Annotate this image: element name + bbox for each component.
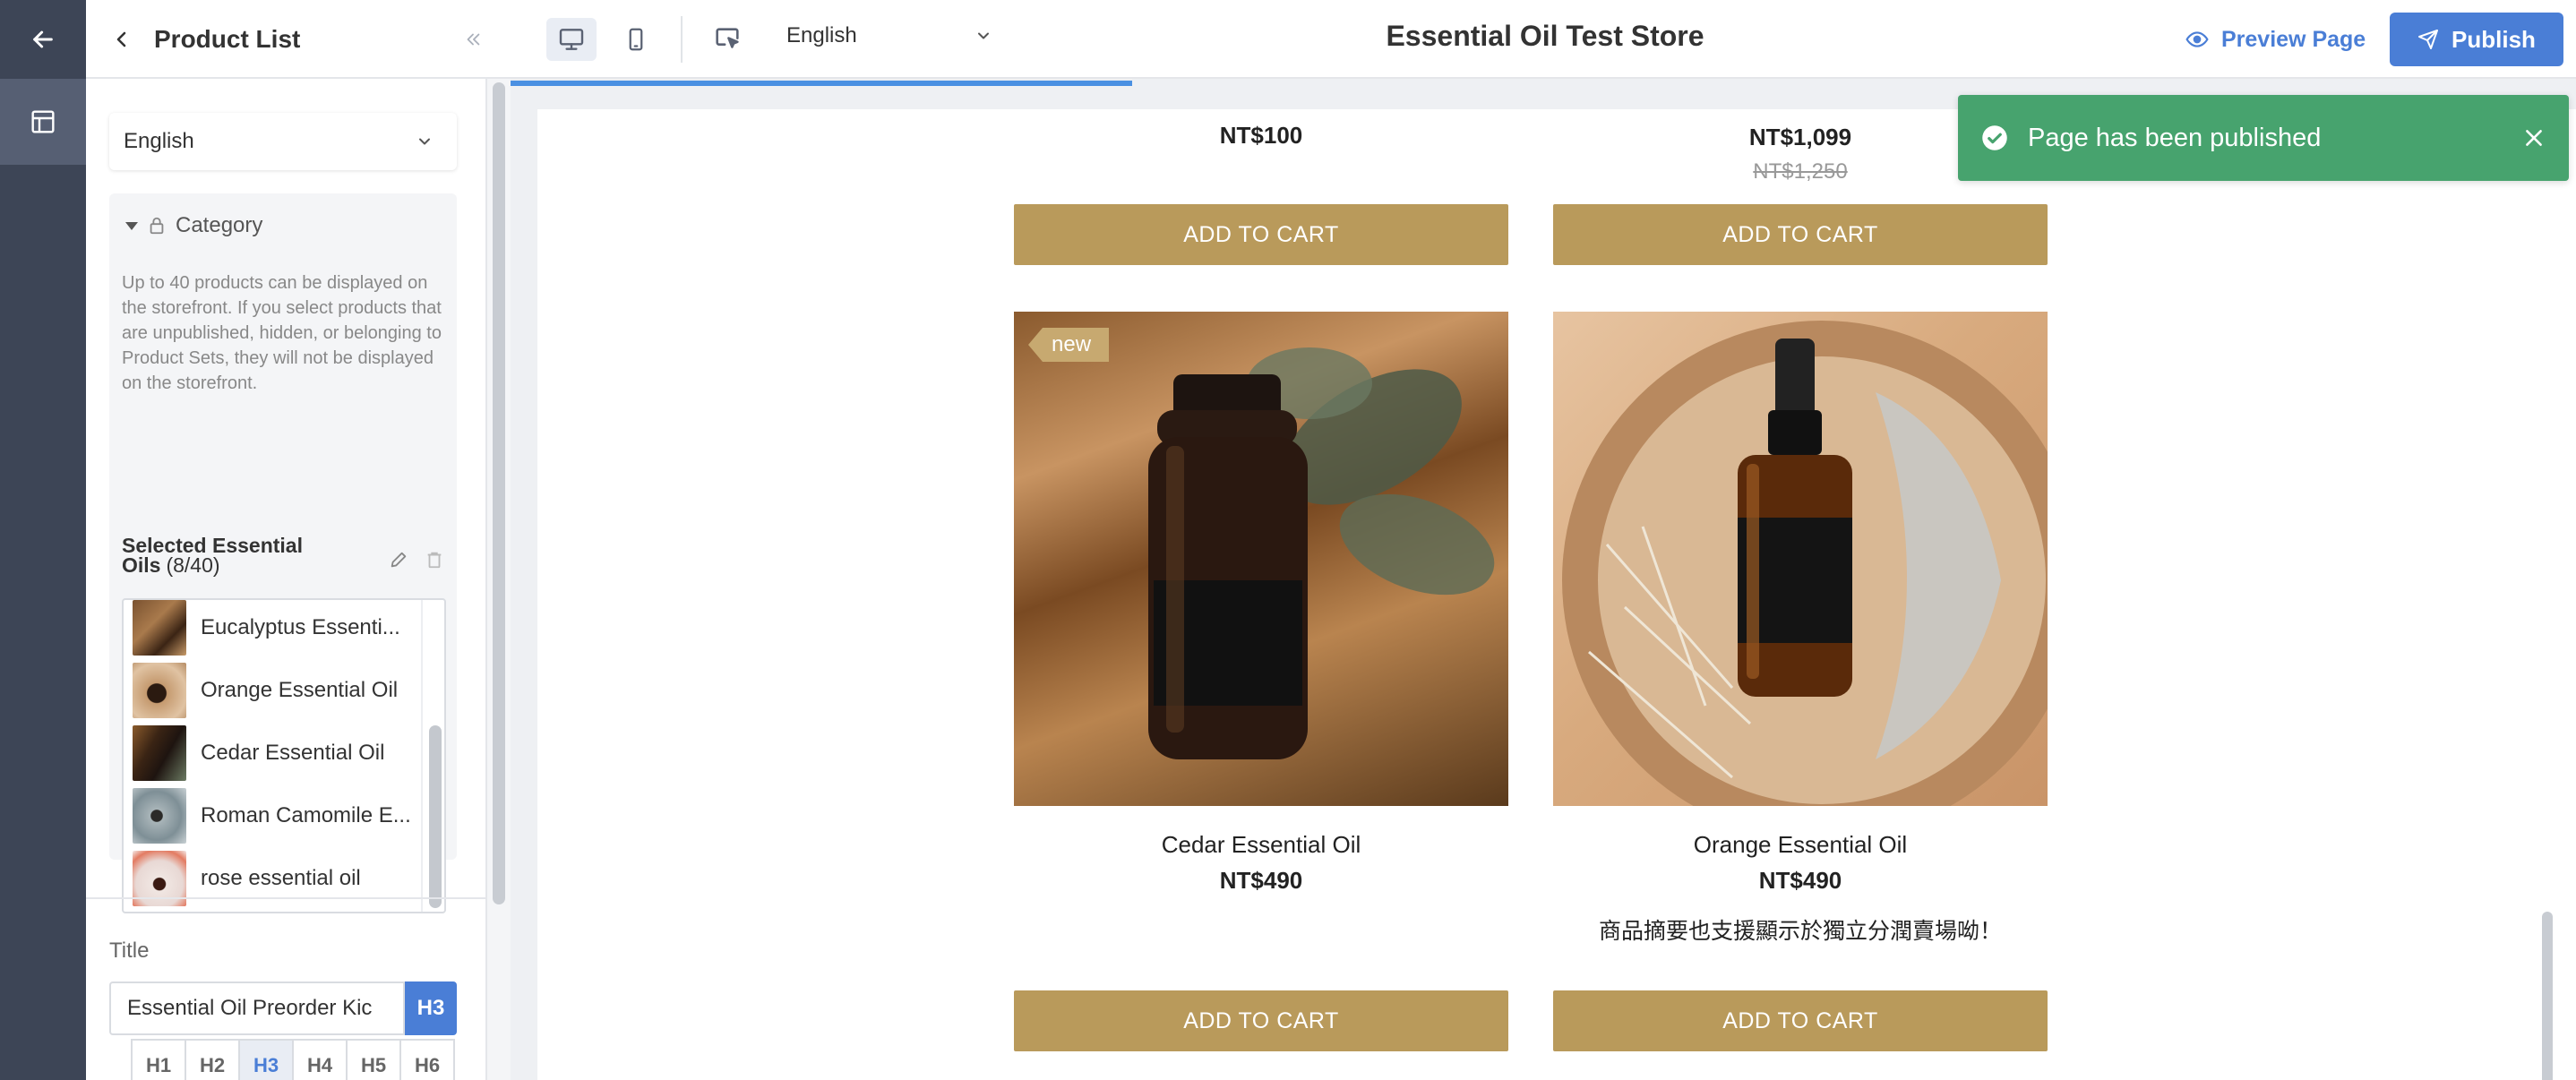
toolbar-divider [681, 16, 683, 63]
list-item[interactable]: Eucalyptus Essenti... [124, 600, 419, 659]
language-select[interactable]: English [770, 5, 1014, 66]
add-to-cart-button[interactable]: ADD TO CART [1014, 204, 1508, 265]
panel-scrollbar-thumb[interactable] [493, 82, 505, 904]
title-label: Title [109, 939, 150, 963]
arrow-left-icon [33, 30, 53, 48]
add-to-cart-button[interactable]: ADD TO CART [1553, 204, 2048, 265]
category-label: Category [176, 213, 263, 237]
settings-panel: English Category Up to 40 products can b… [86, 79, 487, 1080]
heading-option-h5[interactable]: H5 [346, 1039, 401, 1080]
collapse-panel-button[interactable] [455, 21, 491, 57]
chevron-down-icon [978, 32, 989, 39]
list-item[interactable]: Roman Camomile E... [124, 784, 419, 847]
panel-header: Product List [111, 20, 300, 59]
canvas-scrollbar-thumb[interactable] [2542, 912, 2553, 1080]
rail-item-layout[interactable] [0, 79, 99, 165]
product-price: NT$490 [1219, 867, 1303, 894]
panel-divider [86, 897, 485, 899]
left-rail [0, 79, 99, 1080]
list-item[interactable]: Cedar Essential Oil [124, 722, 419, 784]
product-name[interactable]: Orange Essential Oil [1553, 831, 2048, 859]
lock-icon [150, 217, 164, 235]
product-thumbnail [133, 600, 186, 656]
preview-page-label: Preview Page [2221, 26, 2366, 52]
layout-icon [31, 110, 55, 133]
list-item-name: rose essential oil [201, 866, 361, 890]
eye-icon [2185, 31, 2209, 47]
heading-option-h4[interactable]: H4 [292, 1039, 348, 1080]
double-chevron-left-icon [467, 33, 480, 46]
product-image[interactable] [1553, 312, 2048, 806]
panel-scrollbar[interactable] [487, 79, 511, 1080]
success-toast: Page has been published [1958, 95, 2569, 181]
list-scrollbar[interactable] [421, 600, 444, 912]
selected-products-title: Selected Essential Oils (8/40) [122, 534, 346, 577]
store-title: Essential Oil Test Store [1386, 20, 1704, 52]
panel-title: Product List [154, 25, 301, 53]
trash-icon[interactable] [425, 550, 444, 570]
panel-language-value: English [124, 129, 194, 153]
storefront-page: NT$100 ADD TO CART NT$1,099 NT$1,250 ADD… [537, 109, 2531, 1080]
product-thumbnail [133, 725, 186, 781]
new-badge: new [1028, 328, 1110, 362]
cursor-select-icon [716, 28, 739, 48]
category-section: Category Up to 40 products can be displa… [109, 193, 457, 913]
category-description: Up to 40 products can be displayed on th… [122, 273, 442, 393]
heading-option-h6[interactable]: H6 [399, 1039, 455, 1080]
title-input[interactable]: Essential Oil Preorder Kic [109, 981, 405, 1035]
orange-oil-bottle-image [1562, 321, 2048, 806]
top-bar: Product List English Essential Oil Test … [0, 0, 2576, 79]
list-item-name: Roman Camomile E... [201, 803, 411, 827]
edit-pencil-icon[interactable] [389, 550, 408, 570]
product-price: NT$100 [1219, 122, 1303, 149]
mobile-view-button[interactable] [611, 18, 661, 61]
list-item-name: Eucalyptus Essenti... [201, 615, 400, 639]
close-icon[interactable] [2522, 126, 2546, 150]
selected-products-list: Eucalyptus Essenti... Orange Essential O… [122, 598, 446, 913]
select-mode-button[interactable] [702, 18, 752, 61]
exit-editor-button[interactable] [0, 0, 86, 79]
list-item-name: Orange Essential Oil [201, 678, 399, 702]
product-name[interactable]: Cedar Essential Oil [1014, 831, 1508, 859]
product-image[interactable]: new [1014, 312, 1508, 806]
heading-option-h3[interactable]: H3 [238, 1039, 294, 1080]
canvas-scrollbar[interactable] [2531, 109, 2576, 1080]
selected-title-line1: Selected Essential [122, 534, 303, 557]
panel-language-select[interactable]: English [109, 113, 457, 170]
product-thumbnail [133, 788, 186, 844]
toast-message: Page has been published [2028, 123, 2322, 152]
check-circle-icon [1982, 125, 2007, 150]
product-thumbnail [133, 663, 186, 718]
desktop-icon [559, 29, 584, 50]
caret-down-icon [125, 221, 138, 230]
heading-level-options: H1 H2 H3 H4 H5 H6 [131, 1039, 455, 1080]
paper-plane-icon [2418, 30, 2439, 49]
list-item-name: Cedar Essential Oil [201, 741, 385, 765]
publish-button[interactable]: Publish [2390, 13, 2563, 66]
category-header[interactable]: Category [125, 211, 262, 240]
loading-progress-bar [511, 81, 1132, 86]
selected-title-line2: Oils [122, 553, 161, 577]
heading-option-h2[interactable]: H2 [185, 1039, 240, 1080]
product-price: NT$490 [1758, 867, 1842, 894]
add-to-cart-button[interactable]: ADD TO CART [1014, 990, 1508, 1051]
cedar-oil-bottle-image [1148, 347, 1495, 759]
preview-canvas: NT$100 ADD TO CART NT$1,099 NT$1,250 ADD… [511, 79, 2576, 1080]
add-to-cart-button[interactable]: ADD TO CART [1553, 990, 2048, 1051]
heading-level-badge[interactable]: H3 [405, 981, 457, 1035]
list-item[interactable]: rose essential oil [124, 847, 419, 910]
list-item[interactable]: Orange Essential Oil [124, 659, 419, 722]
preview-page-button[interactable]: Preview Page [2185, 20, 2366, 59]
publish-label: Publish [2451, 25, 2536, 53]
chevron-down-icon [419, 138, 430, 145]
chevron-left-icon[interactable] [111, 29, 133, 50]
selected-count: (8/40) [166, 553, 220, 577]
list-scrollbar-thumb[interactable] [429, 725, 442, 908]
language-select-value: English [786, 23, 857, 47]
selected-actions [389, 550, 444, 570]
product-summary: 商品摘要也支援顯示於獨立分潤賣場呦！ [1598, 919, 2002, 944]
desktop-view-button[interactable] [546, 18, 597, 61]
mobile-icon [629, 28, 643, 51]
heading-option-h1[interactable]: H1 [131, 1039, 186, 1080]
